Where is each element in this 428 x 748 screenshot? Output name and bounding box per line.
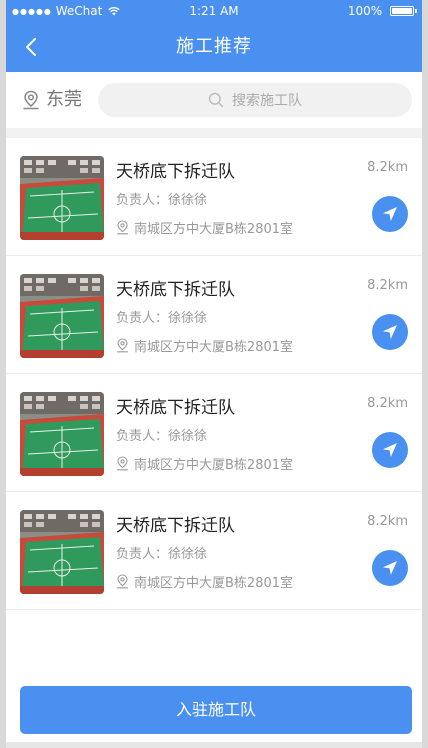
app-screen: ●●●●● WeChat 1:21 AM 100% 施工推荐 东莞 搜索施工队 …: [0, 0, 428, 748]
location-pin-icon: [116, 574, 129, 589]
team-list-item[interactable]: 天桥底下拆迁队 负责人：徐徐徐 南城区方中大厦B栋2801室 8.2km: [6, 374, 422, 492]
location-pin-icon: [116, 220, 129, 235]
navigate-button[interactable]: [372, 550, 408, 586]
bottom-edge: [6, 742, 422, 748]
location-pin-icon: [116, 456, 129, 471]
location-pin-icon: [23, 90, 39, 110]
search-placeholder: 搜索施工队: [232, 93, 302, 109]
team-list-item[interactable]: 天桥底下拆迁队 负责人：徐徐徐 南城区方中大厦B栋2801室 8.2km: [6, 138, 422, 256]
city-name: 东莞: [46, 89, 82, 110]
team-photo: [20, 392, 104, 476]
team-name: 天桥底下拆迁队: [116, 516, 235, 536]
team-manager: 负责人：徐徐徐: [116, 429, 208, 444]
navigation-arrow-icon: [383, 325, 397, 339]
nav-bar: 施工推荐: [6, 22, 422, 72]
status-bar: ●●●●● WeChat 1:21 AM 100%: [6, 0, 422, 22]
team-list-item[interactable]: 天桥底下拆迁队 负责人：徐徐徐 南城区方中大厦B栋2801室 8.2km: [6, 492, 422, 610]
navigation-arrow-icon: [383, 207, 397, 221]
team-list-item[interactable]: 天桥底下拆迁队 负责人：徐徐徐 南城区方中大厦B栋2801室 8.2km: [6, 256, 422, 374]
city-selector[interactable]: 东莞: [22, 86, 82, 114]
search-icon: [208, 92, 224, 108]
battery-percent: 100%: [347, 4, 383, 18]
team-photo: [20, 274, 104, 358]
location-pin-icon: [116, 338, 129, 353]
navigate-button[interactable]: [372, 432, 408, 468]
team-address-text: 南城区方中大厦B栋2801室: [134, 458, 294, 473]
search-input[interactable]: 搜索施工队: [98, 83, 412, 117]
team-list: 天桥底下拆迁队 负责人：徐徐徐 南城区方中大厦B栋2801室 8.2km 天桥底…: [6, 138, 422, 610]
team-address: 南城区方中大厦B栋2801室: [116, 218, 293, 237]
join-team-button[interactable]: 入驻施工队: [20, 686, 412, 734]
section-divider: [6, 128, 422, 138]
team-name: 天桥底下拆迁队: [116, 162, 235, 182]
page-title: 施工推荐: [176, 36, 252, 57]
navigation-arrow-icon: [383, 561, 397, 575]
team-distance: 8.2km: [367, 396, 408, 411]
team-distance: 8.2km: [367, 278, 408, 293]
team-distance: 8.2km: [367, 160, 408, 175]
team-distance: 8.2km: [367, 514, 408, 529]
search-row: 东莞 搜索施工队: [6, 72, 422, 128]
battery-icon: [390, 6, 417, 16]
team-manager: 负责人：徐徐徐: [116, 547, 208, 562]
team-address-text: 南城区方中大厦B栋2801室: [134, 340, 294, 355]
team-photo: [20, 510, 104, 594]
navigate-button[interactable]: [372, 196, 408, 232]
status-right: 100%: [347, 0, 417, 22]
team-manager: 负责人：徐徐徐: [116, 193, 208, 208]
team-address-text: 南城区方中大厦B栋2801室: [134, 222, 294, 237]
team-manager: 负责人：徐徐徐: [116, 311, 208, 326]
team-photo: [20, 156, 104, 240]
navigation-arrow-icon: [383, 443, 397, 457]
team-address-text: 南城区方中大厦B栋2801室: [134, 576, 294, 591]
navigate-button[interactable]: [372, 314, 408, 350]
team-address: 南城区方中大厦B栋2801室: [116, 572, 293, 591]
team-address: 南城区方中大厦B栋2801室: [116, 454, 293, 473]
team-name: 天桥底下拆迁队: [116, 398, 235, 418]
team-address: 南城区方中大厦B栋2801室: [116, 336, 293, 355]
team-name: 天桥底下拆迁队: [116, 280, 235, 300]
top-bar: ●●●●● WeChat 1:21 AM 100% 施工推荐: [6, 0, 422, 72]
